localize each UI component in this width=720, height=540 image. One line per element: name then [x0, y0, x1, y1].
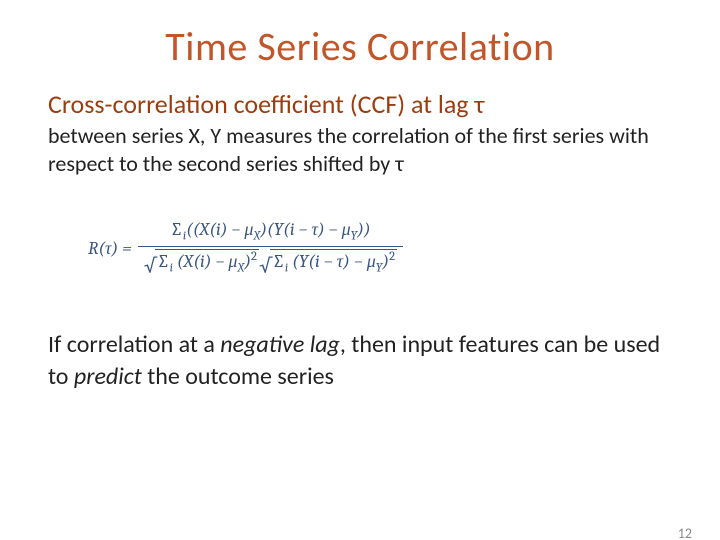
slide-title: Time Series Correlation	[0, 22, 720, 71]
sqrt-b: √ ∑i (Y(i − τ) − μY)2	[259, 249, 397, 277]
square-sup: 2	[251, 250, 257, 264]
formula: R(τ) = ∑i((X(i) − μX)(Y(i − τ) − μY)) √ …	[88, 217, 672, 279]
slide: Time Series Correlation Cross-correlatio…	[0, 22, 720, 540]
den-a-body: (X(i) − μ	[173, 251, 238, 272]
radicand-b: ∑i (Y(i − τ) − μY)2	[270, 249, 397, 277]
closing-pre: If correlation at a	[48, 330, 220, 359]
num-body-c: ))	[357, 219, 370, 240]
closing-post: the outcome series	[142, 362, 334, 391]
num-body-b: )(Y(i − τ) − μ	[260, 219, 350, 240]
slide-content: Cross-correlation coefficient (CCF) at l…	[0, 89, 720, 392]
sigma-icon: ∑	[157, 251, 170, 272]
den-b-body: (Y(i − τ) − μ	[288, 251, 376, 272]
square-sup: 2	[389, 250, 395, 264]
closing-em-neglag: negative lag	[220, 330, 340, 359]
formula-numerator: ∑i((X(i) − μX)(Y(i − τ) − μY))	[164, 217, 377, 246]
page-number: 12	[678, 525, 692, 540]
lead-line: Cross-correlation coefficient (CCF) at l…	[48, 89, 672, 120]
closing-text: If correlation at a negative lag, then i…	[48, 329, 672, 391]
closing-em-predict: predict	[74, 362, 142, 391]
sigma-icon: ∑	[272, 251, 285, 272]
formula-fraction: ∑i((X(i) − μX)(Y(i − τ) − μY)) √ ∑i (X(i…	[138, 217, 403, 279]
formula-lhs: R(τ) =	[88, 238, 132, 259]
formula-denominator: √ ∑i (X(i) − μX)2 √ ∑i (Y(i − τ) − μY)2	[138, 247, 403, 280]
radicand-a: ∑i (X(i) − μX)2	[155, 249, 259, 277]
sqrt-a: √ ∑i (X(i) − μX)2	[144, 249, 259, 277]
sigma-icon: ∑	[170, 219, 183, 240]
num-body-a: ((X(i) − μ	[186, 219, 253, 240]
body-text: between series X, Y measures the correla…	[48, 122, 672, 177]
